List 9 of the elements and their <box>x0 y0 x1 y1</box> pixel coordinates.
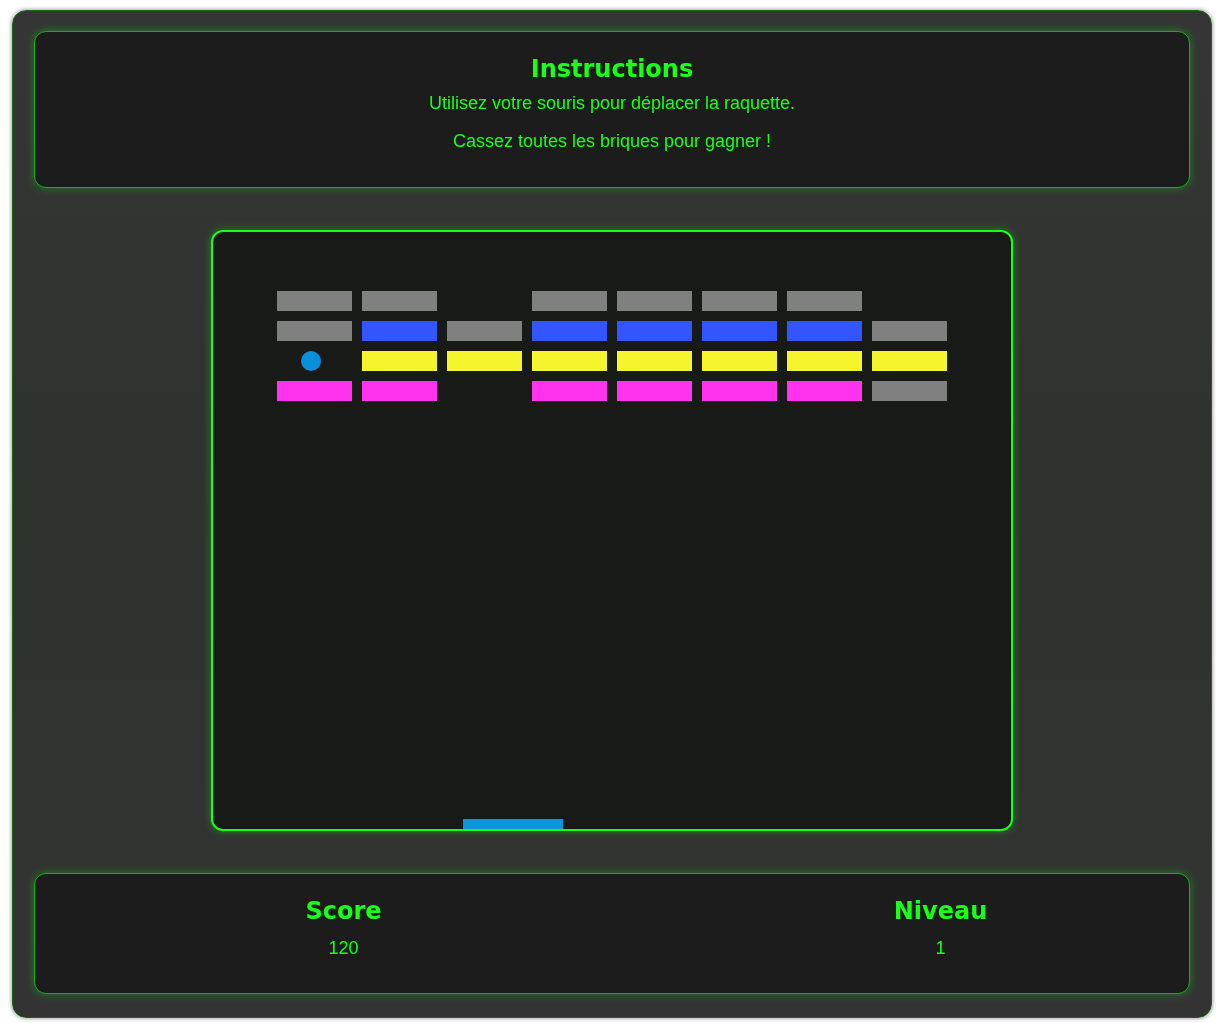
stat-value: 120 <box>328 938 359 959</box>
instruction-text: Utilisez votre souris pour déplacer la raquette. <box>428 92 796 115</box>
stat-value: 1 <box>935 938 946 959</box>
paddle[interactable] <box>463 819 563 829</box>
instruction-text: Cassez toutes les briques pour gagner ! <box>452 130 772 153</box>
stat-label: Niveau <box>893 896 988 926</box>
instructions-title: Instructions <box>530 54 694 84</box>
stat-label: Score <box>305 896 382 926</box>
ball <box>301 351 321 371</box>
